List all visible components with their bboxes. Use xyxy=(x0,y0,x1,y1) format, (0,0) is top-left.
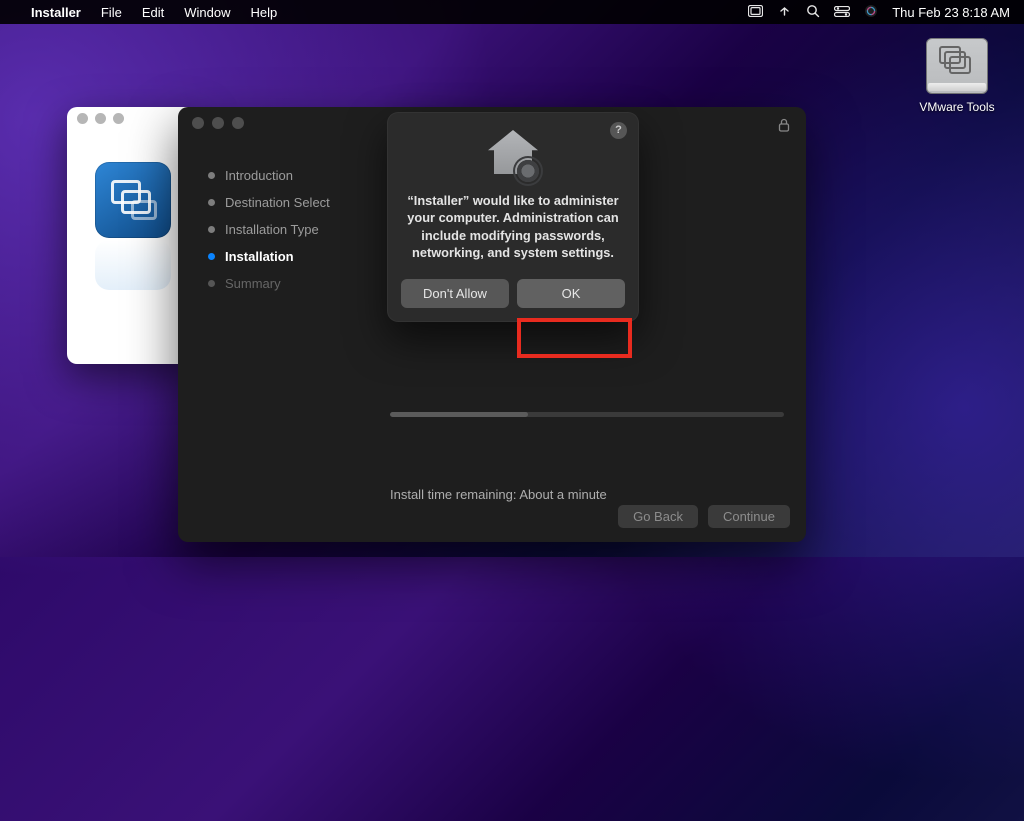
window-controls[interactable] xyxy=(77,113,124,124)
admin-permission-dialog: ? “Installer” would like to administer y… xyxy=(387,112,639,322)
install-status-text: Install time remaining: About a minute xyxy=(390,487,784,502)
continue-button[interactable]: Continue xyxy=(708,505,790,528)
vmware-tools-icon xyxy=(95,162,171,238)
menu-help[interactable]: Help xyxy=(241,5,286,20)
control-center-icon[interactable] xyxy=(834,5,850,20)
gear-icon xyxy=(515,158,541,184)
install-progress-bar xyxy=(390,412,784,417)
system-admin-icon xyxy=(485,130,541,182)
disk-icon xyxy=(926,38,988,94)
menubar: Installer File Edit Window Help Thu Feb … xyxy=(0,0,1024,24)
step-installation-type: Installation Type xyxy=(208,216,368,243)
installer-steps-sidebar: Introduction Destination Select Installa… xyxy=(208,162,368,297)
dont-allow-button[interactable]: Don't Allow xyxy=(401,279,509,308)
menubar-clock[interactable]: Thu Feb 23 8:18 AM xyxy=(892,5,1010,20)
wifi-icon[interactable] xyxy=(777,5,792,20)
siri-icon[interactable] xyxy=(864,4,878,21)
menu-app-name[interactable]: Installer xyxy=(22,5,90,20)
spotlight-icon[interactable] xyxy=(806,4,820,21)
go-back-button[interactable]: Go Back xyxy=(618,505,698,528)
dialog-message: “Installer” would like to administer you… xyxy=(401,192,625,261)
lock-icon[interactable] xyxy=(778,118,790,135)
menu-file[interactable]: File xyxy=(92,5,131,20)
step-installation: Installation xyxy=(208,243,368,270)
ok-button[interactable]: OK xyxy=(517,279,625,308)
step-summary: Summary xyxy=(208,270,368,297)
step-destination-select: Destination Select xyxy=(208,189,368,216)
desktop-icon-label: VMware Tools xyxy=(919,100,995,114)
step-introduction: Introduction xyxy=(208,162,368,189)
stage-manager-icon[interactable] xyxy=(748,5,763,20)
help-icon[interactable]: ? xyxy=(610,122,627,139)
menu-edit[interactable]: Edit xyxy=(133,5,173,20)
window-controls[interactable] xyxy=(192,117,244,129)
menu-window[interactable]: Window xyxy=(175,5,239,20)
desktop-icon-vmware-tools[interactable]: VMware Tools xyxy=(919,38,995,114)
